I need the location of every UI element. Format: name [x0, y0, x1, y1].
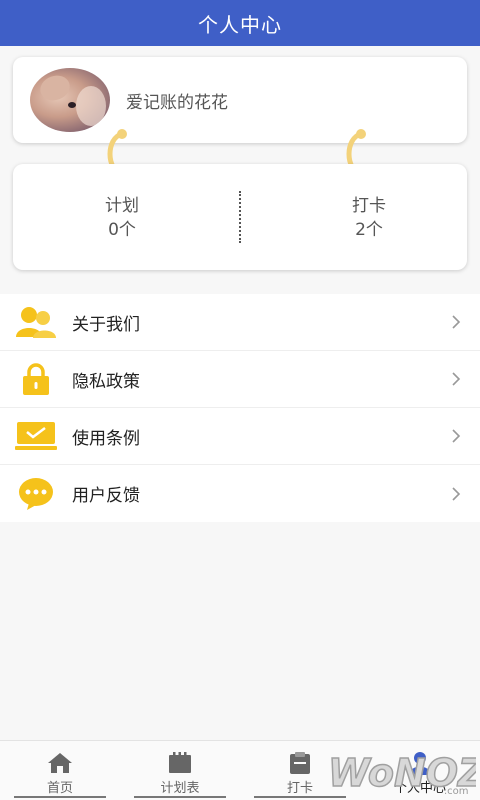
stat-checkin-value: 2个	[355, 220, 383, 240]
menu-item-label: 关于我们	[72, 314, 140, 335]
tab-plan-list-label: 计划表	[160, 781, 200, 796]
chevron-right-icon	[452, 315, 461, 329]
chevron-right-icon	[452, 372, 461, 386]
menu-item-label: 用户反馈	[72, 486, 140, 506]
tab-home[interactable]: 首页	[0, 741, 120, 800]
avatar[interactable]	[30, 68, 110, 132]
calendar-icon	[169, 752, 191, 773]
lock-icon	[14, 361, 58, 397]
stats-card: 计划 0个 打卡 2个	[13, 164, 467, 270]
home-icon	[48, 753, 72, 773]
tab-profile-label: 个人中心	[393, 781, 446, 796]
menu-item-about[interactable]: 关于我们	[0, 294, 480, 351]
settings-menu: 关于我们 隐私政策 使用条例 用户反馈	[0, 294, 480, 522]
menu-item-privacy[interactable]: 隐私政策	[0, 351, 480, 408]
stat-plan-label: 计划	[105, 196, 139, 216]
stat-plan[interactable]: 计划 0个	[62, 194, 182, 242]
tab-checkin[interactable]: 打卡	[240, 741, 360, 800]
stat-plan-value: 0个	[108, 220, 136, 240]
profile-card[interactable]: 爱记账的花花	[13, 57, 467, 143]
page-title: 个人中心	[198, 12, 282, 37]
page-header: 个人中心	[0, 0, 480, 46]
users-icon	[14, 304, 58, 340]
chevron-right-icon	[452, 429, 461, 443]
menu-item-terms[interactable]: 使用条例	[0, 408, 480, 465]
laptop-check-icon	[14, 418, 58, 454]
menu-item-label: 隐私政策	[72, 371, 140, 392]
tab-home-label: 首页	[46, 781, 73, 796]
username: 爱记账的花花	[126, 92, 228, 113]
chat-bubble-icon	[14, 476, 58, 512]
person-icon	[409, 752, 431, 775]
stat-checkin[interactable]: 打卡 2个	[309, 194, 429, 242]
tab-checkin-label: 打卡	[286, 781, 313, 796]
stat-checkin-label: 打卡	[352, 196, 386, 216]
stats-divider	[239, 191, 241, 243]
menu-item-label: 使用条例	[72, 428, 140, 449]
menu-item-feedback[interactable]: 用户反馈	[0, 465, 480, 522]
clipboard-icon	[290, 752, 310, 774]
tab-plan-list[interactable]: 计划表	[120, 741, 240, 800]
tab-profile[interactable]: 个人中心	[360, 741, 480, 800]
bottom-tab-bar: 首页 计划表 打卡 个人中心	[0, 740, 480, 800]
chevron-right-icon	[452, 486, 461, 501]
